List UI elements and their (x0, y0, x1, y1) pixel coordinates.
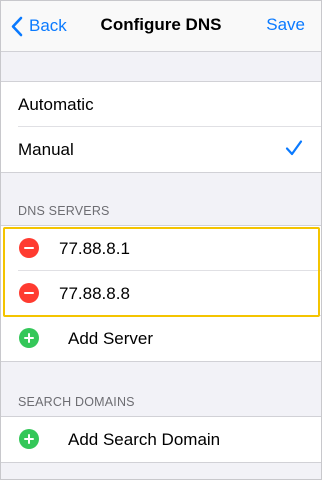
dns-server-row[interactable]: 77.88.8.8 (1, 271, 321, 316)
option-label: Automatic (18, 94, 94, 114)
dns-server-row[interactable]: 77.88.8.1 (1, 226, 321, 271)
option-label: Manual (18, 139, 74, 159)
add-search-domain-label: Add Search Domain (68, 429, 221, 449)
server-address: 77.88.8.1 (59, 238, 130, 258)
option-automatic[interactable]: Automatic (1, 82, 321, 127)
dns-servers-header: DNS SERVERS (18, 204, 110, 218)
dns-servers-group: 77.88.8.1 77.88.8.8 Add Server (1, 225, 321, 362)
save-button[interactable]: Save (266, 15, 305, 35)
search-domains-group: Add Search Domain (1, 416, 321, 463)
add-server-row[interactable]: Add Server (1, 316, 321, 361)
add-server-label: Add Server (68, 328, 154, 348)
option-manual[interactable]: Manual (1, 127, 321, 172)
remove-circle-icon[interactable] (19, 283, 39, 303)
remove-circle-icon[interactable] (19, 238, 39, 258)
search-domains-header: SEARCH DOMAINS (18, 395, 135, 409)
checkmark-icon (285, 140, 303, 156)
add-search-domain-row[interactable]: Add Search Domain (1, 417, 321, 462)
dns-mode-group: Automatic Manual (1, 81, 321, 173)
add-circle-icon[interactable] (19, 328, 39, 348)
server-address: 77.88.8.8 (59, 283, 130, 303)
navigation-bar: Back Configure DNS Save (1, 1, 321, 52)
add-circle-icon[interactable] (19, 429, 39, 449)
